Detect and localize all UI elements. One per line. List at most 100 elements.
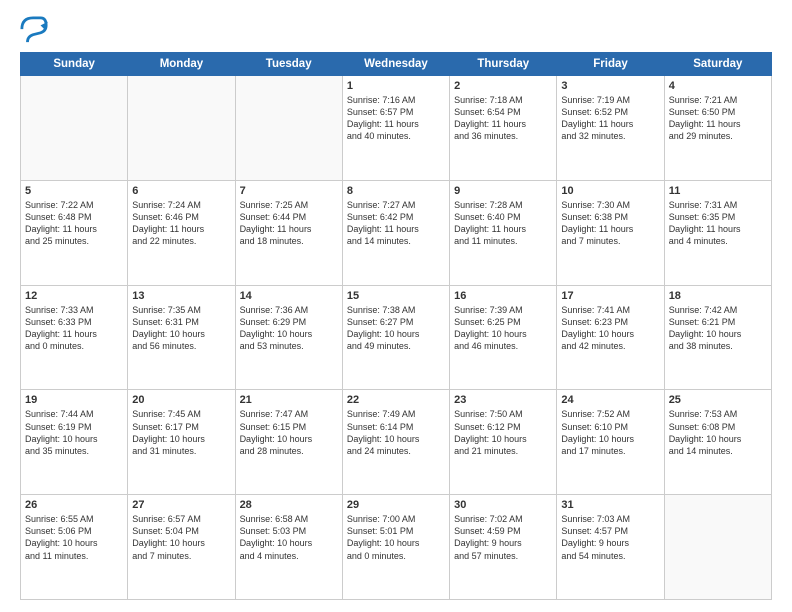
day-number: 18 bbox=[669, 290, 767, 302]
day-info: Sunrise: 7:50 AM Sunset: 6:12 PM Dayligh… bbox=[454, 408, 552, 457]
day-number: 19 bbox=[25, 394, 123, 406]
day-info: Sunrise: 7:18 AM Sunset: 6:54 PM Dayligh… bbox=[454, 94, 552, 143]
day-number: 11 bbox=[669, 185, 767, 197]
logo-icon bbox=[20, 16, 48, 44]
calendar-cell: 6Sunrise: 7:24 AM Sunset: 6:46 PM Daylig… bbox=[128, 180, 235, 285]
day-info: Sunrise: 7:31 AM Sunset: 6:35 PM Dayligh… bbox=[669, 199, 767, 248]
day-number: 9 bbox=[454, 185, 552, 197]
calendar-cell: 29 Sunrise: 7:00 AM Sunset: 5:01 PM Dayli… bbox=[342, 495, 449, 600]
day-info: Sunrise: 7:41 AM Sunset: 6:23 PM Dayligh… bbox=[561, 304, 659, 353]
calendar-cell: 13 Sunrise: 7:35 AM Sunset: 6:31 PM Dayli… bbox=[128, 285, 235, 390]
day-number: 2 bbox=[454, 80, 552, 92]
day-number: 14 bbox=[240, 290, 338, 302]
day-info: Sunrise: 7:45 AM Sunset: 6:17 PM Dayligh… bbox=[132, 408, 230, 457]
calendar-cell: 8Sunrise: 7:27 AM Sunset: 6:42 PM Daylig… bbox=[342, 180, 449, 285]
day-info: Sunrise: 7:30 AM Sunset: 6:38 PM Dayligh… bbox=[561, 199, 659, 248]
calendar-cell: 14 Sunrise: 7:36 AM Sunset: 6:29 PM Dayli… bbox=[235, 285, 342, 390]
day-number: 20 bbox=[132, 394, 230, 406]
calendar-cell: 22 Sunrise: 7:49 AM Sunset: 6:14 PM Dayli… bbox=[342, 390, 449, 495]
weekday-header-saturday: Saturday bbox=[664, 53, 771, 76]
day-number: 21 bbox=[240, 394, 338, 406]
day-info: Sunrise: 7:49 AM Sunset: 6:14 PM Dayligh… bbox=[347, 408, 445, 457]
calendar-cell: 26 Sunrise: 6:55 AM Sunset: 5:06 PM Dayli… bbox=[21, 495, 128, 600]
day-number: 25 bbox=[669, 394, 767, 406]
weekday-header-friday: Friday bbox=[557, 53, 664, 76]
calendar-cell: 11 Sunrise: 7:31 AM Sunset: 6:35 PM Dayli… bbox=[664, 180, 771, 285]
day-info: Sunrise: 7:02 AM Sunset: 4:59 PM Dayligh… bbox=[454, 513, 552, 562]
day-info: Sunrise: 7:33 AM Sunset: 6:33 PM Dayligh… bbox=[25, 304, 123, 353]
day-info: Sunrise: 7:53 AM Sunset: 6:08 PM Dayligh… bbox=[669, 408, 767, 457]
calendar-cell: 30 Sunrise: 7:02 AM Sunset: 4:59 PM Dayli… bbox=[450, 495, 557, 600]
weekday-header-tuesday: Tuesday bbox=[235, 53, 342, 76]
calendar-cell: 2 Sunrise: 7:18 AM Sunset: 6:54 PM Daylig… bbox=[450, 76, 557, 181]
day-info: Sunrise: 7:21 AM Sunset: 6:50 PM Dayligh… bbox=[669, 94, 767, 143]
calendar-cell bbox=[664, 495, 771, 600]
calendar-cell: 5Sunrise: 7:22 AM Sunset: 6:48 PM Daylig… bbox=[21, 180, 128, 285]
day-number: 7 bbox=[240, 185, 338, 197]
week-row-5: 26 Sunrise: 6:55 AM Sunset: 5:06 PM Dayli… bbox=[21, 495, 772, 600]
calendar-cell: 19 Sunrise: 7:44 AM Sunset: 6:19 PM Dayli… bbox=[21, 390, 128, 495]
calendar-table: SundayMondayTuesdayWednesdayThursdayFrid… bbox=[20, 52, 772, 600]
day-number: 23 bbox=[454, 394, 552, 406]
day-number: 13 bbox=[132, 290, 230, 302]
calendar-cell: 18 Sunrise: 7:42 AM Sunset: 6:21 PM Dayli… bbox=[664, 285, 771, 390]
day-number: 16 bbox=[454, 290, 552, 302]
day-number: 30 bbox=[454, 499, 552, 511]
calendar-cell: 17 Sunrise: 7:41 AM Sunset: 6:23 PM Dayli… bbox=[557, 285, 664, 390]
day-info: Sunrise: 7:52 AM Sunset: 6:10 PM Dayligh… bbox=[561, 408, 659, 457]
calendar-cell: 1 Sunrise: 7:16 AM Sunset: 6:57 PM Daylig… bbox=[342, 76, 449, 181]
day-number: 8 bbox=[347, 185, 445, 197]
weekday-header-monday: Monday bbox=[128, 53, 235, 76]
day-info: Sunrise: 7:16 AM Sunset: 6:57 PM Dayligh… bbox=[347, 94, 445, 143]
day-number: 22 bbox=[347, 394, 445, 406]
calendar-cell bbox=[128, 76, 235, 181]
day-info: Sunrise: 7:42 AM Sunset: 6:21 PM Dayligh… bbox=[669, 304, 767, 353]
week-row-1: 1 Sunrise: 7:16 AM Sunset: 6:57 PM Daylig… bbox=[21, 76, 772, 181]
weekday-header-row: SundayMondayTuesdayWednesdayThursdayFrid… bbox=[21, 53, 772, 76]
calendar-cell: 27Sunrise: 6:57 AM Sunset: 5:04 PM Dayli… bbox=[128, 495, 235, 600]
calendar-cell: 15Sunrise: 7:38 AM Sunset: 6:27 PM Dayli… bbox=[342, 285, 449, 390]
day-number: 29 bbox=[347, 499, 445, 511]
weekday-header-sunday: Sunday bbox=[21, 53, 128, 76]
day-info: Sunrise: 7:39 AM Sunset: 6:25 PM Dayligh… bbox=[454, 304, 552, 353]
day-number: 24 bbox=[561, 394, 659, 406]
calendar-cell: 31Sunrise: 7:03 AM Sunset: 4:57 PM Dayli… bbox=[557, 495, 664, 600]
week-row-3: 12 Sunrise: 7:33 AM Sunset: 6:33 PM Dayli… bbox=[21, 285, 772, 390]
day-number: 1 bbox=[347, 80, 445, 92]
calendar-cell: 12 Sunrise: 7:33 AM Sunset: 6:33 PM Dayli… bbox=[21, 285, 128, 390]
day-info: Sunrise: 7:28 AM Sunset: 6:40 PM Dayligh… bbox=[454, 199, 552, 248]
calendar-cell: 25 Sunrise: 7:53 AM Sunset: 6:08 PM Dayli… bbox=[664, 390, 771, 495]
day-info: Sunrise: 7:24 AM Sunset: 6:46 PM Dayligh… bbox=[132, 199, 230, 248]
day-number: 26 bbox=[25, 499, 123, 511]
day-number: 10 bbox=[561, 185, 659, 197]
weekday-header-wednesday: Wednesday bbox=[342, 53, 449, 76]
calendar-cell: 3 Sunrise: 7:19 AM Sunset: 6:52 PM Daylig… bbox=[557, 76, 664, 181]
calendar-cell: 21 Sunrise: 7:47 AM Sunset: 6:15 PM Dayli… bbox=[235, 390, 342, 495]
day-info: Sunrise: 7:36 AM Sunset: 6:29 PM Dayligh… bbox=[240, 304, 338, 353]
day-number: 17 bbox=[561, 290, 659, 302]
calendar-cell: 23 Sunrise: 7:50 AM Sunset: 6:12 PM Dayli… bbox=[450, 390, 557, 495]
day-info: Sunrise: 7:47 AM Sunset: 6:15 PM Dayligh… bbox=[240, 408, 338, 457]
day-info: Sunrise: 6:55 AM Sunset: 5:06 PM Dayligh… bbox=[25, 513, 123, 562]
day-info: Sunrise: 7:22 AM Sunset: 6:48 PM Dayligh… bbox=[25, 199, 123, 248]
calendar-cell bbox=[21, 76, 128, 181]
day-info: Sunrise: 7:19 AM Sunset: 6:52 PM Dayligh… bbox=[561, 94, 659, 143]
day-info: Sunrise: 6:58 AM Sunset: 5:03 PM Dayligh… bbox=[240, 513, 338, 562]
calendar-cell: 4 Sunrise: 7:21 AM Sunset: 6:50 PM Daylig… bbox=[664, 76, 771, 181]
day-number: 12 bbox=[25, 290, 123, 302]
calendar-cell: 9 Sunrise: 7:28 AM Sunset: 6:40 PM Daylig… bbox=[450, 180, 557, 285]
day-number: 4 bbox=[669, 80, 767, 92]
day-info: Sunrise: 7:00 AM Sunset: 5:01 PM Dayligh… bbox=[347, 513, 445, 562]
calendar-cell: 10 Sunrise: 7:30 AM Sunset: 6:38 PM Dayli… bbox=[557, 180, 664, 285]
calendar-cell: 7 Sunrise: 7:25 AM Sunset: 6:44 PM Daylig… bbox=[235, 180, 342, 285]
day-info: Sunrise: 6:57 AM Sunset: 5:04 PM Dayligh… bbox=[132, 513, 230, 562]
calendar-cell bbox=[235, 76, 342, 181]
day-info: Sunrise: 7:25 AM Sunset: 6:44 PM Dayligh… bbox=[240, 199, 338, 248]
header bbox=[20, 16, 772, 44]
day-info: Sunrise: 7:03 AM Sunset: 4:57 PM Dayligh… bbox=[561, 513, 659, 562]
day-number: 3 bbox=[561, 80, 659, 92]
week-row-4: 19 Sunrise: 7:44 AM Sunset: 6:19 PM Dayli… bbox=[21, 390, 772, 495]
day-info: Sunrise: 7:44 AM Sunset: 6:19 PM Dayligh… bbox=[25, 408, 123, 457]
day-info: Sunrise: 7:35 AM Sunset: 6:31 PM Dayligh… bbox=[132, 304, 230, 353]
page: SundayMondayTuesdayWednesdayThursdayFrid… bbox=[0, 0, 792, 612]
